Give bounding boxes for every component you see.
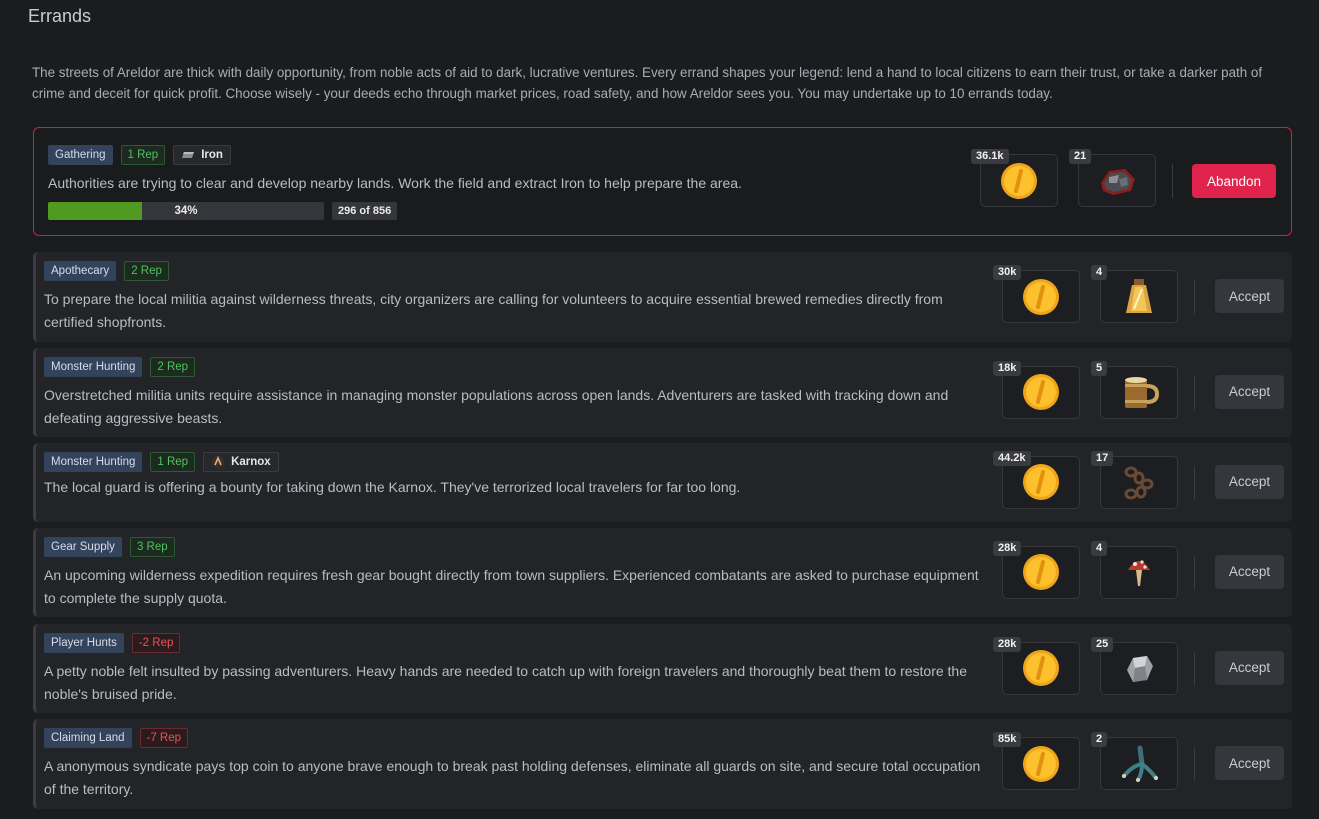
gold-amount: 85k: [993, 732, 1022, 747]
iron-ore-icon: [1101, 168, 1135, 195]
category-tag: Gear Supply: [44, 537, 122, 557]
rep-tag: 2 Rep: [150, 357, 196, 377]
item-amount: 2: [1091, 732, 1108, 747]
errand-card: Apothecary 2 Rep To prepare the local mili…: [33, 252, 1292, 342]
rep-tag: -7 Rep: [139, 728, 189, 748]
errand-description: An upcoming wilderness expedition requir…: [44, 567, 979, 606]
gold-amount: 18k: [993, 360, 1022, 376]
divider: [1194, 747, 1195, 781]
progress-count: 296 of 856: [332, 202, 398, 220]
progress-bar: 34%: [48, 202, 324, 220]
gold-reward-slot: 85k: [993, 732, 1080, 790]
accept-button[interactable]: Accept: [1215, 746, 1284, 780]
gold-reward-slot: 30k: [993, 265, 1080, 323]
errand-card: Claiming Land -7 Rep A anonymous syndicate…: [33, 719, 1292, 809]
gold-reward-slot: 36.1k: [971, 149, 1058, 207]
gold-amount: 30k: [993, 265, 1022, 280]
item-amount: 5: [1091, 360, 1108, 376]
intro-text: The streets of Areldor are thick with da…: [32, 65, 1263, 101]
gold-coin-icon: [1021, 462, 1061, 502]
errand-card: Monster Hunting 1 Rep Karnox The local guar…: [33, 443, 1292, 522]
claw-icon: [1118, 744, 1160, 784]
category-tag: Monster Hunting: [44, 357, 143, 377]
gold-reward-slot: 28k: [993, 540, 1080, 599]
divider: [1194, 375, 1195, 410]
gold-coin-icon: [1021, 277, 1061, 317]
item-amount: 17: [1091, 450, 1114, 466]
rep-tag: -2 Rep: [131, 633, 181, 653]
errand-description: To prepare the local militia against wil…: [44, 291, 943, 330]
errand-description: The local guard is offering a bounty for…: [44, 479, 741, 495]
item-reward-slot: 17: [1091, 450, 1178, 509]
item-tag: Iron: [173, 145, 231, 165]
divider: [1194, 280, 1195, 314]
item-amount: 21: [1069, 149, 1092, 164]
gold-amount: 28k: [993, 540, 1022, 556]
errand-description: A petty noble felt insulted by passing a…: [44, 663, 968, 702]
gold-coin-icon: [1021, 552, 1061, 592]
mushroom-icon: [1122, 552, 1156, 592]
errand-card: Gear Supply 3 Rep An upcoming wilderness e…: [33, 528, 1292, 617]
item-reward-slot: 4: [1091, 540, 1178, 599]
category-tag: Player Hunts: [44, 633, 124, 653]
errand-card: Monster Hunting 2 Rep Overstretched militi…: [33, 348, 1292, 437]
gold-coin-icon: [1001, 162, 1037, 199]
stone-icon: [1119, 648, 1159, 688]
category-tag: Gathering: [48, 145, 113, 165]
divider: [1194, 555, 1195, 590]
rep-tag: 2 Rep: [124, 261, 169, 281]
item-reward-slot: 4: [1091, 265, 1178, 323]
active-errand-card: Gathering 1 Rep Iron Authorities are try…: [33, 127, 1292, 236]
item-reward-slot: 21: [1069, 149, 1156, 207]
item-amount: 25: [1091, 636, 1114, 652]
accept-button[interactable]: Accept: [1215, 554, 1284, 589]
progress-label: 34%: [174, 205, 198, 217]
gold-reward-slot: 44.2k: [993, 450, 1080, 509]
potion-flask-icon: [1122, 277, 1156, 317]
category-tag: Monster Hunting: [44, 452, 143, 472]
divider: [1194, 465, 1195, 500]
errand-description: A anonymous syndicate pays top coin to a…: [44, 758, 981, 797]
item-amount: 4: [1091, 540, 1108, 556]
rep-tag: 1 Rep: [150, 452, 196, 472]
gold-reward-slot: 28k: [993, 636, 1080, 695]
gold-coin-icon: [1021, 648, 1061, 688]
item-reward-slot: 2: [1091, 732, 1178, 790]
abandon-button[interactable]: Abandon: [1192, 164, 1276, 198]
karnox-icon: [211, 455, 225, 469]
iron-bar-icon: [182, 152, 195, 158]
gold-amount: 28k: [993, 636, 1022, 652]
accept-button[interactable]: Accept: [1215, 279, 1284, 313]
item-tag-label: Iron: [201, 149, 223, 161]
item-amount: 4: [1091, 265, 1108, 280]
category-tag: Claiming Land: [44, 728, 132, 748]
accept-button[interactable]: Accept: [1215, 374, 1284, 409]
item-reward-slot: 5: [1091, 360, 1178, 419]
accept-button[interactable]: Accept: [1215, 464, 1284, 499]
page-title: Errands: [28, 6, 92, 26]
category-tag: Apothecary: [44, 261, 117, 281]
rep-tag: 3 Rep: [129, 537, 175, 557]
divider: [1194, 651, 1195, 686]
gold-coin-icon: [1021, 372, 1061, 412]
wooden-mug-icon: [1119, 372, 1159, 412]
errand-card: Player Hunts -2 Rep A petty noble felt ins…: [33, 624, 1292, 713]
rep-tag: 1 Rep: [120, 145, 166, 165]
errand-description: Authorities are trying to clear and deve…: [48, 175, 742, 191]
gold-reward-slot: 18k: [993, 360, 1080, 419]
item-tag: Karnox: [203, 452, 279, 472]
chain-icon: [1119, 462, 1159, 502]
accept-button[interactable]: Accept: [1215, 650, 1284, 685]
divider: [1172, 164, 1173, 198]
item-tag-label: Karnox: [231, 456, 271, 468]
item-reward-slot: 25: [1091, 636, 1178, 695]
errand-description: Overstretched militia units require assi…: [44, 387, 949, 426]
gold-coin-icon: [1021, 744, 1061, 784]
